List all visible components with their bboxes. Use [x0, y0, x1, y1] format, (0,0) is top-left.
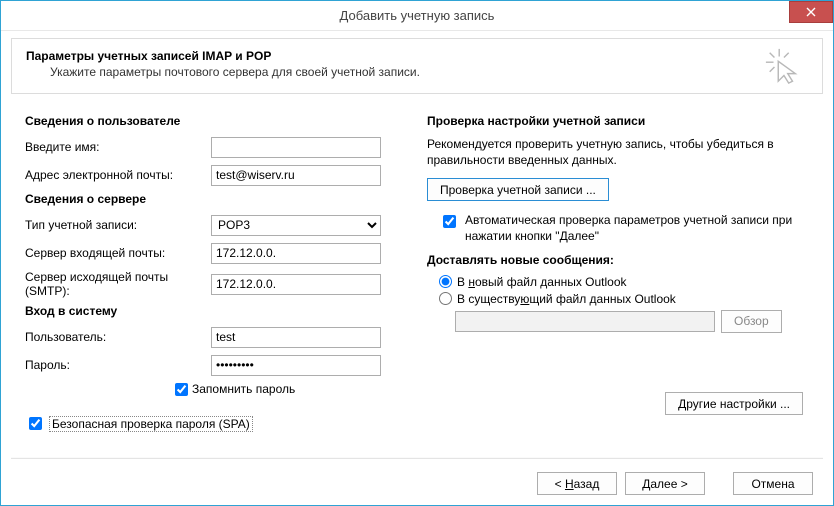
next-button[interactable]: Далее > [625, 472, 705, 495]
username-label: Пользователь: [25, 330, 211, 344]
name-label: Введите имя: [25, 140, 211, 154]
left-column: Сведения о пользователе Введите имя: Адр… [25, 108, 407, 433]
titlebar: Добавить учетную запись [1, 1, 833, 31]
deliver-title: Доставлять новые сообщения: [427, 253, 809, 267]
account-type-select[interactable]: POP3 [211, 215, 381, 236]
password-label: Пароль: [25, 358, 211, 372]
outgoing-server-label: Сервер исходящей почты (SMTP): [25, 270, 211, 298]
username-input[interactable] [211, 327, 381, 348]
cursor-spark-icon [764, 47, 802, 85]
section-test-settings: Проверка настройки учетной записи [427, 114, 809, 128]
section-login: Вход в систему [25, 304, 407, 318]
spa-label: Безопасная проверка пароля (SPA) [49, 416, 253, 432]
header-title: Параметры учетных записей IMAP и POP [26, 49, 808, 63]
back-button[interactable]: < Назад [537, 472, 617, 495]
email-input[interactable] [211, 165, 381, 186]
footer: < Назад Далее > Отмена [11, 457, 823, 495]
deliver-new-label: В новый файл данных Outlook [457, 275, 627, 289]
cancel-button[interactable]: Отмена [733, 472, 813, 495]
name-input[interactable] [211, 137, 381, 158]
deliver-new-radio[interactable] [439, 275, 452, 288]
email-label: Адрес электронной почты: [25, 168, 211, 182]
test-description: Рекомендуется проверить учетную запись, … [427, 136, 809, 168]
password-input[interactable] [211, 355, 381, 376]
existing-file-path-input [455, 311, 715, 332]
dialog-body: Сведения о пользователе Введите имя: Адр… [1, 94, 833, 433]
close-icon [806, 7, 816, 17]
deliver-existing-radio[interactable] [439, 292, 452, 305]
dialog-window: Добавить учетную запись Параметры учетны… [0, 0, 834, 506]
outgoing-server-input[interactable] [211, 274, 381, 295]
header-panel: Параметры учетных записей IMAP и POP Ука… [11, 38, 823, 94]
remember-password-label: Запомнить пароль [192, 382, 295, 396]
spa-checkbox[interactable] [29, 417, 42, 430]
remember-password-checkbox[interactable] [175, 383, 188, 396]
window-title: Добавить учетную запись [340, 8, 495, 23]
account-type-label: Тип учетной записи: [25, 218, 211, 232]
deliver-existing-label: В существующий файл данных Outlook [457, 292, 676, 306]
incoming-server-label: Сервер входящей почты: [25, 246, 211, 260]
section-user-info: Сведения о пользователе [25, 114, 407, 128]
close-button[interactable] [789, 1, 833, 23]
incoming-server-input[interactable] [211, 243, 381, 264]
section-server-info: Сведения о сервере [25, 192, 407, 206]
browse-button: Обзор [721, 310, 782, 333]
other-settings-button[interactable]: Другие настройки ... [665, 392, 803, 415]
header-subtitle: Укажите параметры почтового сервера для … [50, 65, 808, 79]
right-column: Проверка настройки учетной записи Рекоме… [427, 108, 809, 433]
auto-test-label: Автоматическая проверка параметров учетн… [465, 213, 809, 244]
auto-test-checkbox[interactable] [443, 215, 456, 228]
test-account-button[interactable]: Проверка учетной записи ... [427, 178, 609, 201]
